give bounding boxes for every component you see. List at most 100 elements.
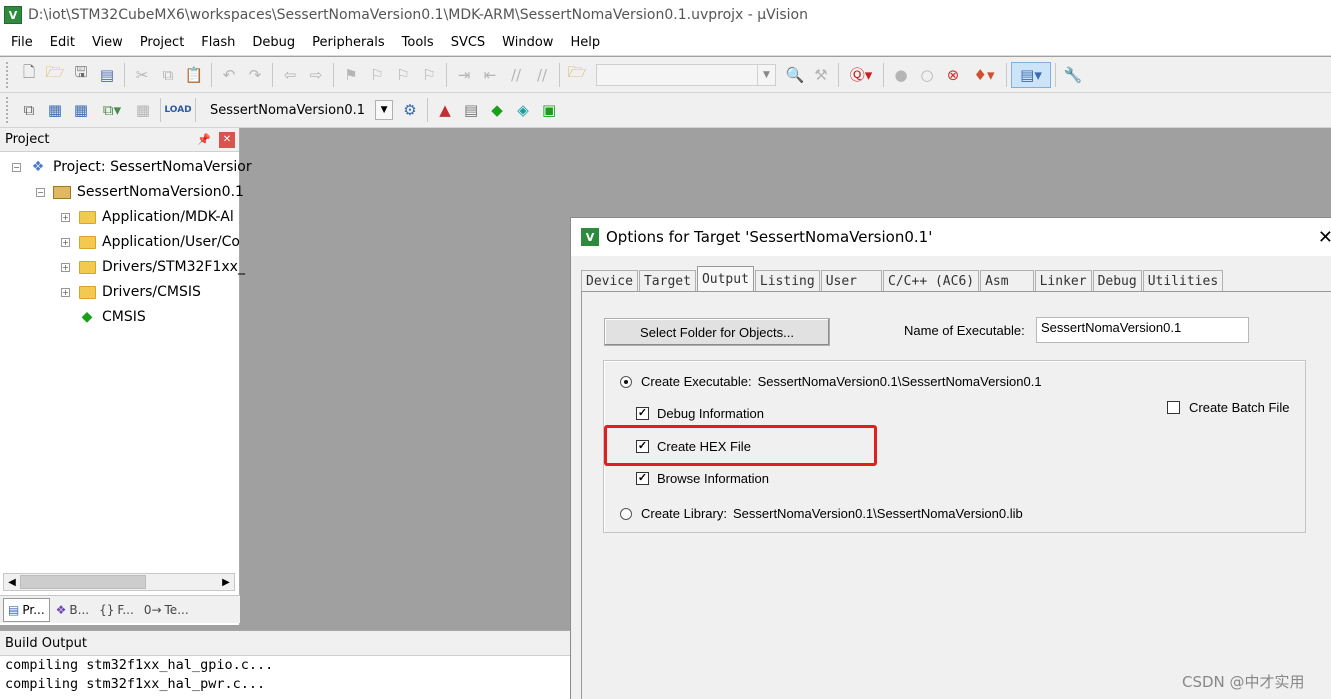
tree-item-component[interactable]: ◆ CMSIS [78,306,146,328]
expand-icon[interactable]: + [61,237,70,247]
collapse-icon[interactable]: − [12,162,21,172]
select-packs-icon[interactable]: ▤ [458,97,484,123]
copy-icon[interactable]: ⧉ [155,62,181,88]
save-all-icon[interactable]: ▤ [94,62,120,88]
menu-view[interactable]: View [81,35,129,50]
tab-device[interactable]: Device [581,270,638,292]
expand-icon[interactable]: + [61,287,70,297]
bookmark-icon[interactable]: ⚑ [338,62,364,88]
tree-item-group[interactable]: + Application/User/Co [61,231,240,253]
tab-debug[interactable]: Debug [1092,270,1142,292]
indent-icon[interactable]: ⇥ [451,62,477,88]
scroll-right-icon[interactable]: ▶ [218,577,234,588]
create-library-radio[interactable]: Create Library: SessertNomaVersion0.1\Se… [620,506,1023,521]
uncomment-icon[interactable]: // [529,62,555,88]
paste-icon[interactable]: 📋 [181,62,207,88]
checkmark-icon[interactable]: ✓ [636,440,649,453]
menu-tools[interactable]: Tools [391,35,440,50]
pack-installer-icon[interactable]: ◈ [510,97,536,123]
breakpoints-dropdown-icon[interactable]: ♦▾ [966,62,1002,88]
undo-icon[interactable]: ↶ [216,62,242,88]
find-combo[interactable]: ▼ [596,63,776,86]
tab-templates[interactable]: 0→ Te... [140,598,193,622]
tab-linker[interactable]: Linker [1034,270,1092,292]
find-in-files-icon[interactable]: 🗁 [564,62,590,88]
tab-listing[interactable]: Listing [754,270,820,292]
build-icon[interactable]: ▦ [42,97,68,123]
pin-icon[interactable]: 📌 [197,133,211,146]
tab-utilities[interactable]: Utilities [1142,270,1224,292]
manage-rte-icon[interactable]: ◆ [484,97,510,123]
close-icon[interactable]: ✕ [1318,227,1331,248]
manage-project-items-icon[interactable]: ▲ [432,97,458,123]
checkbox-empty[interactable] [1167,401,1180,414]
toolbar-grip[interactable] [6,97,10,123]
tab-cpp[interactable]: C/C++ (AC6) [883,270,980,292]
breakpoint-icon[interactable]: ● [888,62,914,88]
tab-output[interactable]: Output [696,266,754,292]
radio-button[interactable] [620,375,632,388]
tree-item-project-root[interactable]: − ❖ Project: SessertNomaVersior [12,156,252,178]
radio-button[interactable] [620,507,632,520]
translate-icon[interactable]: ⧉ [16,97,42,123]
options-for-target-icon[interactable]: ⚙ [397,97,423,123]
save-icon[interactable]: 🖫 [68,62,94,88]
prev-bookmark-icon[interactable]: ⚐ [364,62,390,88]
tab-user[interactable]: User [820,270,883,292]
toolbar-grip[interactable] [6,61,10,88]
checkmark-icon[interactable]: ✓ [636,472,649,485]
menu-edit[interactable]: Edit [39,35,81,50]
browse-information-checkbox[interactable]: ✓ Browse Information [636,471,769,486]
expand-icon[interactable]: + [61,262,70,272]
unindent-icon[interactable]: ⇤ [477,62,503,88]
cut-icon[interactable]: ✂ [129,62,155,88]
tab-target[interactable]: Target [638,270,696,292]
menu-window[interactable]: Window [491,35,559,50]
scrollbar-thumb[interactable] [20,575,146,589]
disable-breakpoint-icon[interactable]: ○ [914,62,940,88]
menu-svcs[interactable]: SVCS [440,35,491,50]
collapse-icon[interactable]: − [36,187,45,197]
nav-back-icon[interactable]: ⇦ [277,62,303,88]
select-folder-for-objects-button[interactable]: Select Folder for Objects... [604,318,830,346]
tree-item-group[interactable]: + Drivers/CMSIS [61,281,201,303]
tab-books[interactable]: ❖ B... [52,598,93,622]
create-batch-file-checkbox[interactable]: Create Batch File [1167,400,1289,415]
checkmark-icon[interactable]: ✓ [636,407,649,420]
name-of-executable-field[interactable]: SessertNomaVersion0.1 [1036,317,1249,343]
tree-item-group[interactable]: + Application/MDK-Al [61,206,234,228]
nav-forward-icon[interactable]: ⇨ [303,62,329,88]
window-layout-icon[interactable]: ▤▾ [1011,61,1051,88]
create-executable-radio[interactable]: Create Executable: SessertNomaVersion0.1… [620,374,1042,389]
debug-information-checkbox[interactable]: ✓ Debug Information [636,406,764,421]
create-hex-file-checkbox[interactable]: ✓ Create HEX File [636,439,751,454]
find-icon[interactable]: 🔍 [782,62,808,88]
menu-help[interactable]: Help [559,35,606,50]
target-select[interactable]: SessertNomaVersion0.1 ▼ [206,99,394,121]
menu-file[interactable]: File [0,35,39,50]
replace-icon[interactable]: ⚒ [808,62,834,88]
kill-breakpoints-icon[interactable]: ⊗ [940,62,966,88]
download-load-icon[interactable]: LOAD [164,97,191,123]
open-file-icon[interactable]: 🗁 [42,62,68,88]
new-file-icon[interactable]: 🗋 [16,62,42,88]
menu-peripherals[interactable]: Peripherals [301,35,391,50]
menu-project[interactable]: Project [129,35,190,50]
horizontal-scrollbar[interactable]: ◀ ▶ [3,573,235,591]
menu-debug[interactable]: Debug [241,35,301,50]
expand-icon[interactable]: + [61,212,70,222]
chevron-down-icon[interactable]: ▼ [375,100,394,120]
pack-update-icon[interactable]: ▣ [536,97,562,123]
stop-build-icon[interactable]: ▦ [130,97,156,123]
tab-project[interactable]: ▤ Pr... [3,597,50,622]
scroll-left-icon[interactable]: ◀ [4,577,20,588]
chevron-down-icon[interactable]: ▼ [757,64,775,85]
debug-session-icon[interactable]: Ⓠ▾ [843,62,879,88]
tree-item-group[interactable]: + Drivers/STM32F1xx_ [61,256,245,278]
close-icon[interactable]: ✕ [219,131,235,148]
menu-flash[interactable]: Flash [190,35,241,50]
tab-functions[interactable]: {} F... [95,598,138,622]
tree-item-target[interactable]: − SessertNomaVersion0.1 [36,181,244,203]
clear-bookmarks-icon[interactable]: ⚐ [416,62,442,88]
tab-asm[interactable]: Asm [980,270,1034,292]
